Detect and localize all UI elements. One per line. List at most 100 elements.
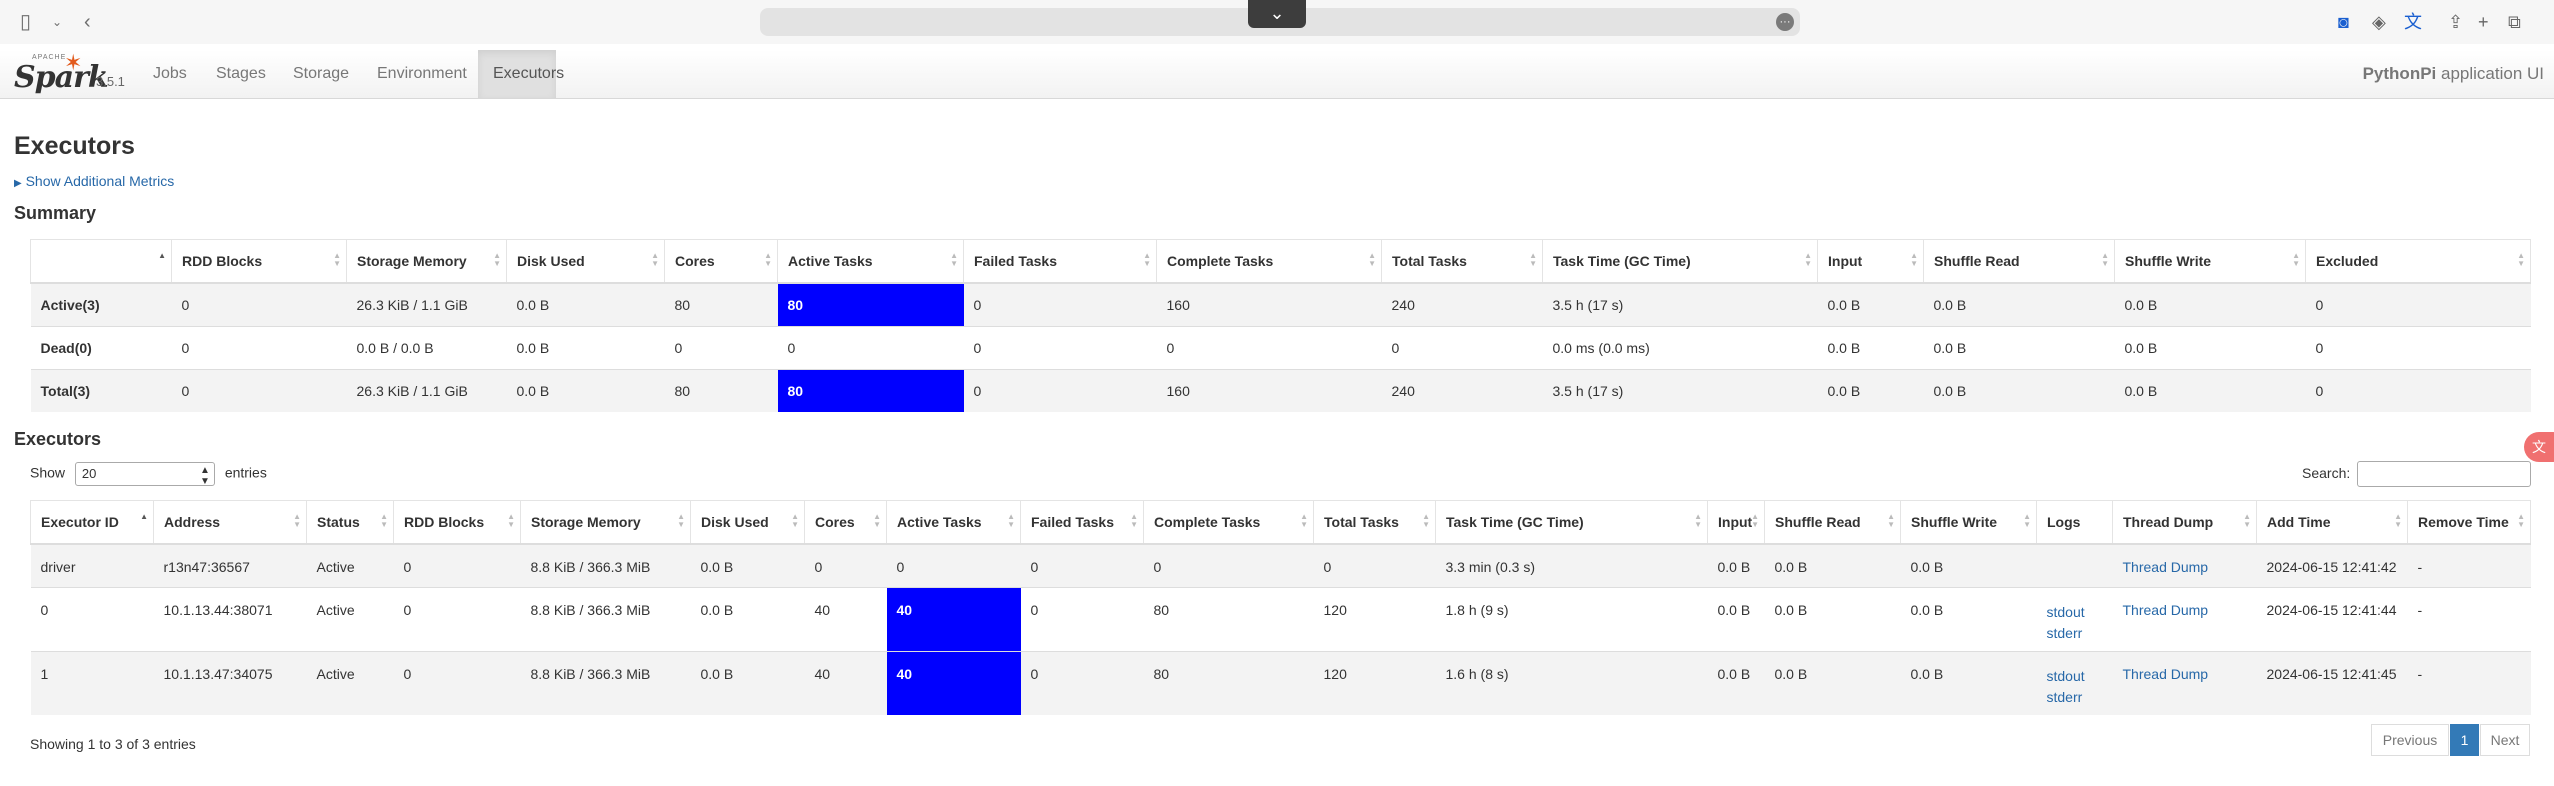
table-cell: 40 xyxy=(804,586,887,651)
spark-star-icon: ✶ xyxy=(64,50,83,75)
executors-table: Executor ID ▲ Address ▲ ▼ Status ▲ ▼ RDD Bloc… xyxy=(30,500,2531,715)
col-failed-tasks[interactable]: Failed Tasks ▲ ▼ xyxy=(1020,500,1144,545)
profile-icon[interactable]: ◙ xyxy=(2338,10,2349,34)
summary-col-cores[interactable]: Cores ▲ ▼ xyxy=(664,239,778,284)
table-cell: 0 xyxy=(171,325,347,369)
sort-icon: ▲ ▼ xyxy=(380,512,388,529)
col-task-time[interactable]: Task Time (GC Time) ▲ ▼ xyxy=(1435,500,1708,545)
col-remove-time[interactable]: Remove Time ▲ ▼ xyxy=(2407,500,2531,545)
table-cell: - xyxy=(2407,586,2531,651)
summary-col-rdd-blocks[interactable]: RDD Blocks ▲ ▼ xyxy=(171,239,347,284)
summary-col-complete-tasks[interactable]: Complete Tasks ▲ ▼ xyxy=(1156,239,1382,284)
col-address[interactable]: Address ▲ ▼ xyxy=(153,500,307,545)
summary-col-active-tasks[interactable]: Active Tasks ▲ ▼ xyxy=(777,239,964,284)
stderr-link[interactable]: stderr xyxy=(2047,623,2103,644)
tab-storage[interactable]: Storage xyxy=(278,50,364,98)
sort-icon: ▲ ▼ xyxy=(1368,251,1376,268)
tab-executors[interactable]: Executors xyxy=(478,50,564,98)
summary-col-label[interactable]: ▲ xyxy=(30,239,172,284)
more-icon[interactable]: ··· xyxy=(1776,13,1794,31)
sort-icon: ▲ ▼ xyxy=(333,251,341,268)
chevron-down-icon[interactable]: ⌄ xyxy=(52,10,62,34)
col-rdd-blocks[interactable]: RDD Blocks ▲ ▼ xyxy=(393,500,521,545)
thread-dump-link[interactable]: Thread Dump xyxy=(2123,559,2209,575)
executor-status: Active xyxy=(306,543,394,587)
table-cell: 0 xyxy=(804,543,887,587)
address-bar[interactable]: a st ⌄ ··· xyxy=(760,0,1800,36)
col-shuffle-read[interactable]: Shuffle Read ▲ ▼ xyxy=(1764,500,1901,545)
summary-col-total-tasks[interactable]: Total Tasks ▲ ▼ xyxy=(1381,239,1543,284)
page-length-select[interactable]: 20 ▲ ▼ xyxy=(74,462,215,487)
thread-dump-cell: Thread Dump xyxy=(2112,543,2257,587)
col-disk-used[interactable]: Disk Used ▲ ▼ xyxy=(690,500,805,545)
table-cell: 8.8 KiB / 366.3 MiB xyxy=(520,586,691,651)
table-cell: 0.0 B xyxy=(1817,325,1924,369)
table-cell: 8.8 KiB / 366.3 MiB xyxy=(520,650,691,715)
table-cell: 80 xyxy=(664,368,778,412)
col-executor-id[interactable]: Executor ID ▲ xyxy=(30,500,154,545)
thread-dump-link[interactable]: Thread Dump xyxy=(2123,666,2209,682)
next-page-button[interactable]: Next xyxy=(2480,724,2530,756)
translate-helper-icon[interactable]: 文 xyxy=(2524,432,2554,462)
table-cell: 2024-06-15 12:41:42 xyxy=(2256,543,2408,587)
col-thread-dump[interactable]: Thread Dump ▲ ▼ xyxy=(2112,500,2257,545)
table-cell: Total(3) xyxy=(30,368,172,412)
executors-header-row: Executor ID ▲ Address ▲ ▼ Status ▲ ▼ RDD Bloc… xyxy=(30,500,2531,545)
col-total-tasks[interactable]: Total Tasks ▲ ▼ xyxy=(1313,500,1436,545)
summary-col-failed-tasks[interactable]: Failed Tasks ▲ ▼ xyxy=(963,239,1157,284)
col-storage-memory[interactable]: Storage Memory ▲ ▼ xyxy=(520,500,691,545)
summary-col-storage-memory[interactable]: Storage Memory ▲ ▼ xyxy=(346,239,507,284)
sidebar-toggle-icon[interactable]: ▯ xyxy=(20,10,31,34)
spark-wordmark: Spark xyxy=(14,60,109,95)
summary-col-task-time[interactable]: Task Time (GC Time) ▲ ▼ xyxy=(1542,239,1818,284)
sort-icon: ▲ ▼ xyxy=(1130,512,1138,529)
col-shuffle-write[interactable]: Shuffle Write ▲ ▼ xyxy=(1900,500,2037,545)
tab-stages[interactable]: Stages xyxy=(201,50,281,98)
translate-icon[interactable]: 文 xyxy=(2404,10,2422,34)
stdout-link[interactable]: stdout xyxy=(2047,602,2103,623)
summary-col-excluded[interactable]: Excluded ▲ ▼ xyxy=(2305,239,2531,284)
table-cell: 0.0 B xyxy=(1900,586,2037,651)
show-additional-metrics-link[interactable]: ▶ Show Additional Metrics xyxy=(14,173,174,189)
col-cores[interactable]: Cores ▲ ▼ xyxy=(804,500,887,545)
new-tab-icon[interactable]: + xyxy=(2478,10,2489,34)
col-active-tasks[interactable]: Active Tasks ▲ ▼ xyxy=(886,500,1021,545)
extension-icon[interactable]: ◈ xyxy=(2372,10,2386,34)
stdout-link[interactable]: stdout xyxy=(2047,666,2103,687)
table-row: 0 10.1.13.44:38071 Active 0 8.8 KiB / 36… xyxy=(30,586,2531,651)
table-row: driver r13n47:36567 Active 0 8.8 KiB / 3… xyxy=(30,543,2531,587)
table-cell: 0 xyxy=(2305,325,2531,369)
entries-label: entries xyxy=(224,464,267,481)
table-cell: 0.0 ms (0.0 ms) xyxy=(1542,325,1818,369)
table-cell: 0 xyxy=(777,325,964,369)
thread-dump-link[interactable]: Thread Dump xyxy=(2123,602,2209,618)
summary-col-shuffle-read[interactable]: Shuffle Read ▲ ▼ xyxy=(1923,239,2115,284)
chevron-down-icon[interactable]: ⌄ xyxy=(1248,0,1306,28)
table-cell: 0 xyxy=(1143,543,1314,587)
col-status[interactable]: Status ▲ ▼ xyxy=(306,500,394,545)
browser-toolbar: ▯ ⌄ ‹ a st ⌄ ··· ◙ ◈ 文 ⇪ + ⧉ xyxy=(0,0,2554,44)
previous-page-button[interactable]: Previous xyxy=(2371,724,2449,756)
stderr-link[interactable]: stderr xyxy=(2047,687,2103,708)
app-name: PythonPi xyxy=(2362,64,2437,83)
col-logs[interactable]: Logs xyxy=(2036,500,2113,545)
active-tasks-cell: 40 xyxy=(886,586,1021,651)
sort-asc-icon: ▲ xyxy=(140,512,148,521)
tab-environment[interactable]: Environment xyxy=(362,50,482,98)
col-complete-tasks[interactable]: Complete Tasks ▲ ▼ xyxy=(1143,500,1314,545)
sort-icon: ▲ ▼ xyxy=(1887,512,1895,529)
summary-title: Summary xyxy=(14,203,97,223)
summary-col-input[interactable]: Input ▲ ▼ xyxy=(1817,239,1924,284)
tabs-overview-icon[interactable]: ⧉ xyxy=(2508,10,2521,34)
summary-col-shuffle-write[interactable]: Shuffle Write ▲ ▼ xyxy=(2114,239,2306,284)
col-input[interactable]: Input ▲ ▼ xyxy=(1707,500,1765,545)
executor-id: 1 xyxy=(30,650,154,715)
page-1-button[interactable]: 1 xyxy=(2450,724,2479,756)
summary-col-disk-used[interactable]: Disk Used ▲ ▼ xyxy=(506,239,665,284)
search-input[interactable] xyxy=(2357,461,2531,487)
col-add-time[interactable]: Add Time ▲ ▼ xyxy=(2256,500,2408,545)
back-icon[interactable]: ‹ xyxy=(84,10,91,34)
share-icon[interactable]: ⇪ xyxy=(2448,10,2463,34)
tab-jobs[interactable]: Jobs xyxy=(138,50,202,98)
executor-address: 10.1.13.47:34075 xyxy=(153,650,307,715)
